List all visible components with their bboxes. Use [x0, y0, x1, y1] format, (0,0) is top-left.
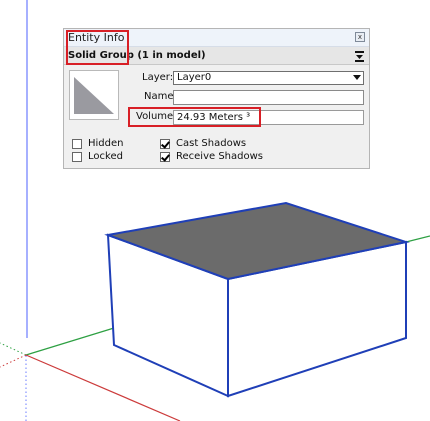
volume-field[interactable]: 24.93 Meters ³ [173, 110, 364, 125]
hidden-checkbox-row[interactable]: Hidden [72, 138, 123, 149]
green-axis-dotted [0, 342, 27, 356]
locked-label: Locked [88, 151, 123, 162]
entity-type: Solid Group [68, 50, 134, 61]
red-axis-dotted [0, 354, 27, 368]
receive-shadows-checkbox-row[interactable]: Receive Shadows [160, 151, 263, 162]
close-icon[interactable]: x [355, 32, 365, 42]
receive-shadows-label: Receive Shadows [176, 151, 263, 162]
layer-dropdown[interactable]: Layer0 [173, 71, 364, 85]
green-axis-line-far [405, 235, 430, 243]
name-field[interactable] [173, 90, 364, 105]
locked-checkbox-row[interactable]: Locked [72, 151, 123, 162]
cast-shadows-checkbox-row[interactable]: Cast Shadows [160, 138, 246, 149]
layer-label: Layer: [142, 72, 174, 83]
hidden-checkbox[interactable] [72, 138, 82, 149]
entity-type-label: Solid Group (1 in model) [68, 50, 206, 61]
entity-count: (1 in model) [133, 50, 206, 61]
sketchup-viewport[interactable]: Entity Info x Solid Group (1 in model) L… [0, 0, 430, 421]
entity-info-panel: Entity Info x Solid Group (1 in model) L… [63, 28, 370, 169]
locked-checkbox[interactable] [72, 151, 82, 162]
volume-label: Volume: [136, 111, 177, 122]
hidden-label: Hidden [88, 138, 124, 149]
cast-shadows-checkbox[interactable] [160, 138, 170, 149]
panel-titlebar[interactable]: Entity Info x [64, 29, 369, 47]
layer-value: Layer0 [177, 72, 212, 83]
entity-thumbnail [69, 70, 119, 120]
volume-value: 24.93 Meters ³ [177, 112, 251, 123]
receive-shadows-checkbox[interactable] [160, 151, 170, 162]
name-label: Name: [144, 91, 177, 102]
entity-header: Solid Group (1 in model) [64, 47, 369, 65]
chevron-down-icon[interactable] [353, 75, 361, 80]
panel-toggle-icon[interactable] [355, 51, 364, 62]
panel-title: Entity Info [68, 31, 125, 44]
green-axis-line [25, 327, 115, 356]
cast-shadows-label: Cast Shadows [176, 138, 247, 149]
solid-thumbnail-icon [74, 77, 114, 114]
